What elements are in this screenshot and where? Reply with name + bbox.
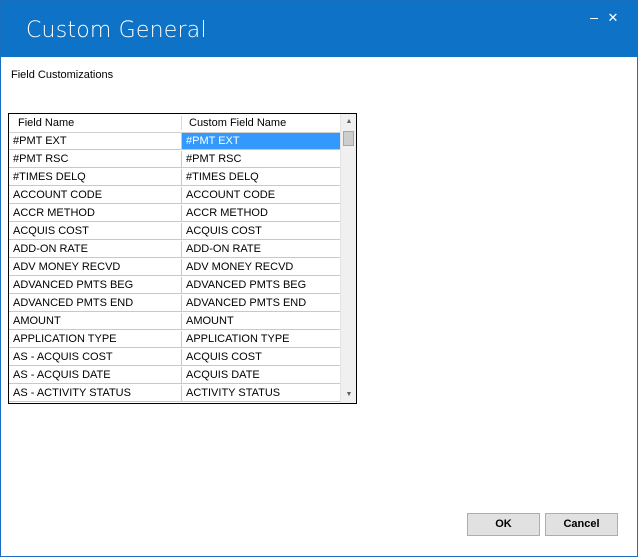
field-customization-grid[interactable]: Field Name Custom Field Name #PMT EXT #PM… (8, 113, 357, 404)
custom-field-name-cell[interactable]: ADD-ON RATE (182, 241, 340, 258)
custom-field-name-cell[interactable]: #PMT EXT (182, 133, 340, 150)
cancel-button[interactable]: Cancel (545, 513, 618, 536)
custom-field-name-cell[interactable]: ACQUIS COST (182, 223, 340, 240)
window-title: Custom General (26, 18, 207, 43)
custom-field-name-cell[interactable]: ADVANCED PMTS BEG (182, 277, 340, 294)
field-name-cell: #PMT EXT (9, 133, 182, 150)
table-row[interactable]: ACCOUNT CODE ACCOUNT CODE (9, 187, 340, 205)
field-name-cell: AMOUNT (9, 313, 182, 330)
field-name-cell: ADD-ON RATE (9, 241, 182, 258)
table-row[interactable]: AS - ACQUIS DATE ACQUIS DATE (9, 367, 340, 385)
column-separator[interactable] (181, 116, 182, 130)
field-name-cell: #TIMES DELQ (9, 169, 182, 186)
table-row[interactable]: #PMT EXT #PMT EXT (9, 133, 340, 151)
custom-field-name-cell[interactable]: APPLICATION TYPE (182, 331, 340, 348)
minimize-icon[interactable] (585, 10, 603, 26)
column-header-custom-field-name[interactable]: Custom Field Name (189, 114, 286, 132)
vertical-scrollbar[interactable]: ▲ ▼ (340, 114, 356, 403)
custom-field-name-cell[interactable]: ACTIVITY STATUS (182, 385, 340, 402)
table-row[interactable]: ADVANCED PMTS END ADVANCED PMTS END (9, 295, 340, 313)
grid-header: Field Name Custom Field Name (9, 114, 340, 133)
custom-field-name-cell[interactable]: ACQUIS DATE (182, 367, 340, 384)
table-row[interactable]: AS - ACQUIS COST ACQUIS COST (9, 349, 340, 367)
field-name-cell: ADV MONEY RECVD (9, 259, 182, 276)
field-name-cell: #PMT RSC (9, 151, 182, 168)
field-name-cell: AS - ACQUIS DATE (9, 367, 182, 384)
scroll-down-icon[interactable]: ▼ (341, 387, 356, 403)
custom-field-name-cell[interactable]: ACQUIS COST (182, 349, 340, 366)
custom-field-name-cell[interactable]: #TIMES DELQ (182, 169, 340, 186)
custom-field-name-cell[interactable]: ACCR METHOD (182, 205, 340, 222)
table-row[interactable]: ACQUIS COST ACQUIS COST (9, 223, 340, 241)
scroll-up-icon[interactable]: ▲ (341, 114, 356, 130)
table-row[interactable]: ADV MONEY RECVD ADV MONEY RECVD (9, 259, 340, 277)
dialog-window: Custom General ✕ Field Customizations Fi… (0, 0, 638, 557)
close-icon[interactable]: ✕ (604, 10, 622, 26)
column-header-field-name[interactable]: Field Name (18, 114, 74, 132)
custom-field-name-cell[interactable]: AMOUNT (182, 313, 340, 330)
table-row[interactable]: ADD-ON RATE ADD-ON RATE (9, 241, 340, 259)
table-row[interactable]: ACCR METHOD ACCR METHOD (9, 205, 340, 223)
table-row[interactable]: ADVANCED PMTS BEG ADVANCED PMTS BEG (9, 277, 340, 295)
table-row[interactable]: #TIMES DELQ #TIMES DELQ (9, 169, 340, 187)
table-row[interactable]: #PMT RSC #PMT RSC (9, 151, 340, 169)
field-name-cell: ACQUIS COST (9, 223, 182, 240)
custom-field-name-cell[interactable]: ADVANCED PMTS END (182, 295, 340, 312)
custom-field-name-cell[interactable]: ADV MONEY RECVD (182, 259, 340, 276)
field-name-cell: ADVANCED PMTS BEG (9, 277, 182, 294)
custom-field-name-cell[interactable]: #PMT RSC (182, 151, 340, 168)
table-row[interactable]: AS - ACTIVITY STATUS ACTIVITY STATUS (9, 385, 340, 403)
title-bar: Custom General ✕ (1, 1, 637, 57)
field-name-cell: AS - ACQUIS COST (9, 349, 182, 366)
field-name-cell: APPLICATION TYPE (9, 331, 182, 348)
grid-rows: #PMT EXT #PMT EXT #PMT RSC #PMT RSC #TIMES D… (9, 133, 340, 403)
table-row[interactable]: APPLICATION TYPE APPLICATION TYPE (9, 331, 340, 349)
scroll-thumb[interactable] (343, 131, 354, 146)
field-name-cell: ACCR METHOD (9, 205, 182, 222)
custom-field-name-cell[interactable]: ACCOUNT CODE (182, 187, 340, 204)
field-name-cell: ADVANCED PMTS END (9, 295, 182, 312)
section-label: Field Customizations (11, 69, 114, 81)
ok-button[interactable]: OK (467, 513, 540, 536)
field-name-cell: ACCOUNT CODE (9, 187, 182, 204)
table-row[interactable]: AMOUNT AMOUNT (9, 313, 340, 331)
field-name-cell: AS - ACTIVITY STATUS (9, 385, 182, 402)
